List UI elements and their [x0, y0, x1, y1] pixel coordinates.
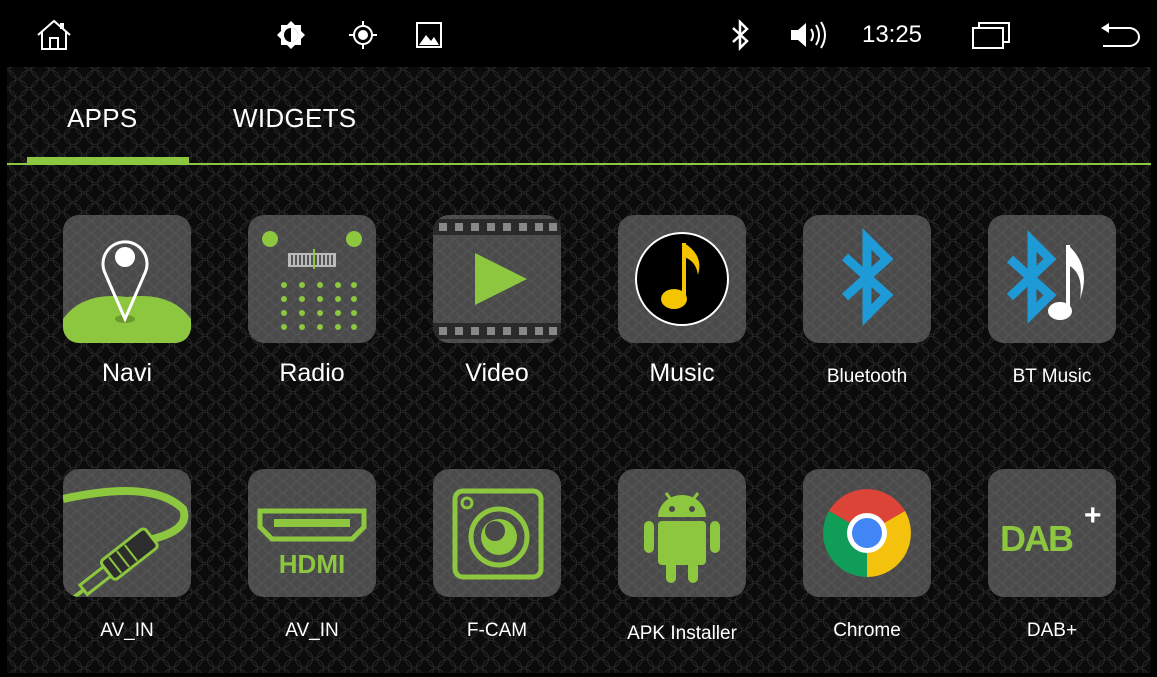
app-label: Bluetooth	[826, 366, 908, 387]
app-label: Radio	[279, 359, 345, 387]
app-bt-music[interactable]: BT Music	[967, 215, 1137, 415]
bluetooth-icon	[723, 3, 759, 67]
video-icon	[433, 215, 561, 343]
music-icon	[618, 215, 746, 343]
radio-icon	[248, 215, 376, 343]
app-label: APK Installer	[627, 623, 737, 644]
svg-text:HDMI: HDMI	[279, 549, 345, 579]
recent-apps-icon[interactable]	[967, 3, 1017, 67]
app-label: Video	[465, 359, 529, 387]
app-av-in-hdmi[interactable]: HDMI AV_IN	[227, 469, 397, 669]
tab-apps[interactable]: APPS	[67, 103, 138, 134]
app-label: AV_IN	[100, 620, 154, 641]
tab-bar: APPS WIDGETS	[7, 67, 1151, 169]
app-f-cam[interactable]: F-CAM	[412, 469, 582, 669]
dab-plus-icon: DAB +	[988, 469, 1116, 597]
android-icon	[618, 469, 746, 597]
home-icon[interactable]	[29, 3, 79, 67]
app-radio[interactable]: Radio	[227, 215, 397, 415]
app-label: Music	[649, 359, 715, 387]
hdmi-icon: HDMI	[248, 469, 376, 597]
app-chrome[interactable]: Chrome	[782, 469, 952, 669]
chrome-icon	[803, 469, 931, 597]
svg-text:+: +	[1084, 499, 1102, 532]
app-apk-installer[interactable]: APK Installer	[597, 469, 767, 669]
app-label: Navi	[101, 359, 152, 387]
app-bluetooth[interactable]: Bluetooth	[782, 215, 952, 415]
status-bar: 13:25	[7, 3, 1151, 67]
app-label: AV_IN	[285, 620, 339, 641]
bt-music-icon	[988, 215, 1116, 343]
app-av-in-cable[interactable]: AV_IN	[42, 469, 212, 669]
navi-icon	[63, 215, 191, 343]
camera-icon	[433, 469, 561, 597]
bluetooth-app-icon	[803, 215, 931, 343]
svg-text:DAB: DAB	[1000, 518, 1073, 559]
app-label: F-CAM	[466, 620, 528, 641]
av-in-cable-icon	[63, 469, 191, 597]
back-icon[interactable]	[1097, 3, 1143, 67]
gps-icon[interactable]	[343, 3, 383, 67]
app-navi[interactable]: Navi	[42, 215, 212, 415]
brightness-icon[interactable]	[271, 3, 311, 67]
wallpaper-icon[interactable]	[409, 3, 449, 67]
app-label: BT Music	[1012, 366, 1092, 387]
app-label: Chrome	[833, 620, 901, 641]
app-label: DAB+	[1026, 620, 1078, 641]
volume-icon[interactable]	[785, 3, 837, 67]
app-music[interactable]: Music	[597, 215, 767, 415]
app-video[interactable]: Video	[412, 215, 582, 415]
tab-widgets[interactable]: WIDGETS	[233, 103, 356, 134]
tab-active-indicator	[27, 157, 189, 165]
launcher-screen: 13:25 APPS WIDGETS Navi Radio Video Musi…	[7, 3, 1151, 673]
clock: 13:25	[861, 21, 923, 48]
app-dab-plus[interactable]: DAB + DAB+	[967, 469, 1137, 669]
